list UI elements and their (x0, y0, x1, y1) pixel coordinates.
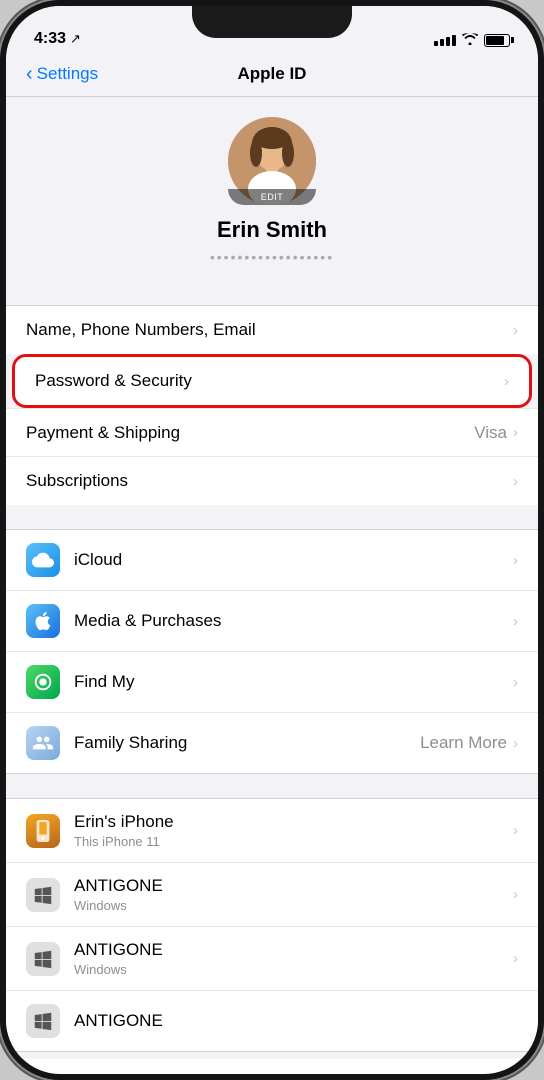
services-settings-group: iCloud › Media & Purchases › (6, 529, 538, 774)
payment-shipping-value: Visa (474, 423, 507, 443)
media-purchases-label: Media & Purchases (74, 611, 221, 630)
antigone-2-label: ANTIGONE (74, 940, 513, 960)
password-security-highlight: Password & Security › (12, 354, 532, 408)
name-phone-email-label: Name, Phone Numbers, Email (26, 320, 256, 339)
password-security-label: Password & Security (35, 371, 192, 390)
chevron-right-icon: › (513, 674, 518, 691)
find-my-label: Find My (74, 672, 134, 691)
family-sharing-value: Learn More (420, 733, 507, 753)
password-security-wrapper: Password & Security › (6, 354, 538, 408)
erins-iphone-label: Erin's iPhone (74, 812, 513, 832)
antigone-1-sublabel: Windows (74, 898, 513, 913)
payment-group: Payment & Shipping Visa › Subscriptions … (6, 408, 538, 505)
sidebar-item-antigone-2[interactable]: ANTIGONE Windows › (6, 927, 538, 991)
windows-device-icon-1 (26, 878, 60, 912)
windows-device-icon-2 (26, 942, 60, 976)
findmy-icon (26, 665, 60, 699)
phone-screen: 4:33 ↗ (6, 6, 538, 1074)
content-area: EDIT Erin Smith •••••••••••••••••• Name,… (6, 97, 538, 1059)
account-settings-group: Name, Phone Numbers, Email › (6, 305, 538, 355)
group-spacer-3 (6, 774, 538, 790)
payment-shipping-label: Payment & Shipping (26, 423, 180, 442)
chevron-right-icon: › (513, 822, 518, 839)
erins-iphone-sublabel: This iPhone 11 (74, 834, 513, 849)
antigone-3-label: ANTIGONE (74, 1011, 518, 1031)
phone-frame: 4:33 ↗ (0, 0, 544, 1080)
chevron-right-icon: › (513, 473, 518, 490)
windows-device-icon-3 (26, 1004, 60, 1038)
group-spacer-2 (6, 505, 538, 521)
chevron-right-icon: › (513, 950, 518, 967)
chevron-left-icon: ‹ (26, 63, 33, 86)
sidebar-item-payment-shipping[interactable]: Payment & Shipping Visa › (6, 409, 538, 457)
profile-name: Erin Smith (217, 217, 327, 243)
back-button[interactable]: ‹ Settings (26, 63, 98, 86)
family-icon (26, 726, 60, 760)
sidebar-item-subscriptions[interactable]: Subscriptions › (6, 457, 538, 505)
icloud-icon (26, 543, 60, 577)
chevron-right-icon: › (513, 322, 518, 339)
group-spacer-1 (6, 281, 538, 297)
avatar-container[interactable]: EDIT (228, 117, 316, 205)
chevron-right-icon: › (513, 424, 518, 441)
signal-icon (434, 35, 456, 46)
sidebar-item-media-purchases[interactable]: Media & Purchases › (6, 591, 538, 652)
sidebar-item-antigone-1[interactable]: ANTIGONE Windows › (6, 863, 538, 927)
icloud-label: iCloud (74, 550, 122, 569)
nav-bar: ‹ Settings Apple ID (6, 56, 538, 97)
location-arrow-icon: ↗ (70, 31, 81, 47)
iphone-device-icon (26, 814, 60, 848)
sidebar-item-erins-iphone[interactable]: Erin's iPhone This iPhone 11 › (6, 799, 538, 863)
antigone-2-sublabel: Windows (74, 962, 513, 977)
page-title: Apple ID (238, 64, 307, 84)
profile-section: EDIT Erin Smith •••••••••••••••••• (6, 97, 538, 281)
wifi-icon (462, 32, 478, 48)
sidebar-item-name-phone-email[interactable]: Name, Phone Numbers, Email › (6, 306, 538, 354)
devices-settings-group: Erin's iPhone This iPhone 11 › ANTIGONE … (6, 798, 538, 1052)
notch (192, 6, 352, 38)
chevron-right-icon: › (513, 552, 518, 569)
sidebar-item-icloud[interactable]: iCloud › (6, 530, 538, 591)
status-icons (434, 32, 510, 48)
chevron-right-icon: › (513, 735, 518, 752)
bottom-area (6, 1052, 538, 1059)
appstore-icon (26, 604, 60, 638)
profile-email: •••••••••••••••••• (210, 249, 334, 265)
back-label[interactable]: Settings (37, 64, 98, 84)
subscriptions-label: Subscriptions (26, 471, 128, 490)
sidebar-item-password-security[interactable]: Password & Security › (15, 357, 529, 405)
chevron-right-icon: › (513, 613, 518, 630)
sidebar-item-family-sharing[interactable]: Family Sharing Learn More › (6, 713, 538, 773)
chevron-right-icon: › (504, 373, 509, 390)
sidebar-item-antigone-3[interactable]: ANTIGONE (6, 991, 538, 1051)
antigone-1-label: ANTIGONE (74, 876, 513, 896)
family-sharing-label: Family Sharing (74, 733, 187, 752)
sidebar-item-find-my[interactable]: Find My › (6, 652, 538, 713)
battery-icon (484, 34, 510, 47)
chevron-right-icon: › (513, 886, 518, 903)
status-time: 4:33 (34, 30, 66, 48)
avatar-edit-label[interactable]: EDIT (228, 189, 316, 205)
